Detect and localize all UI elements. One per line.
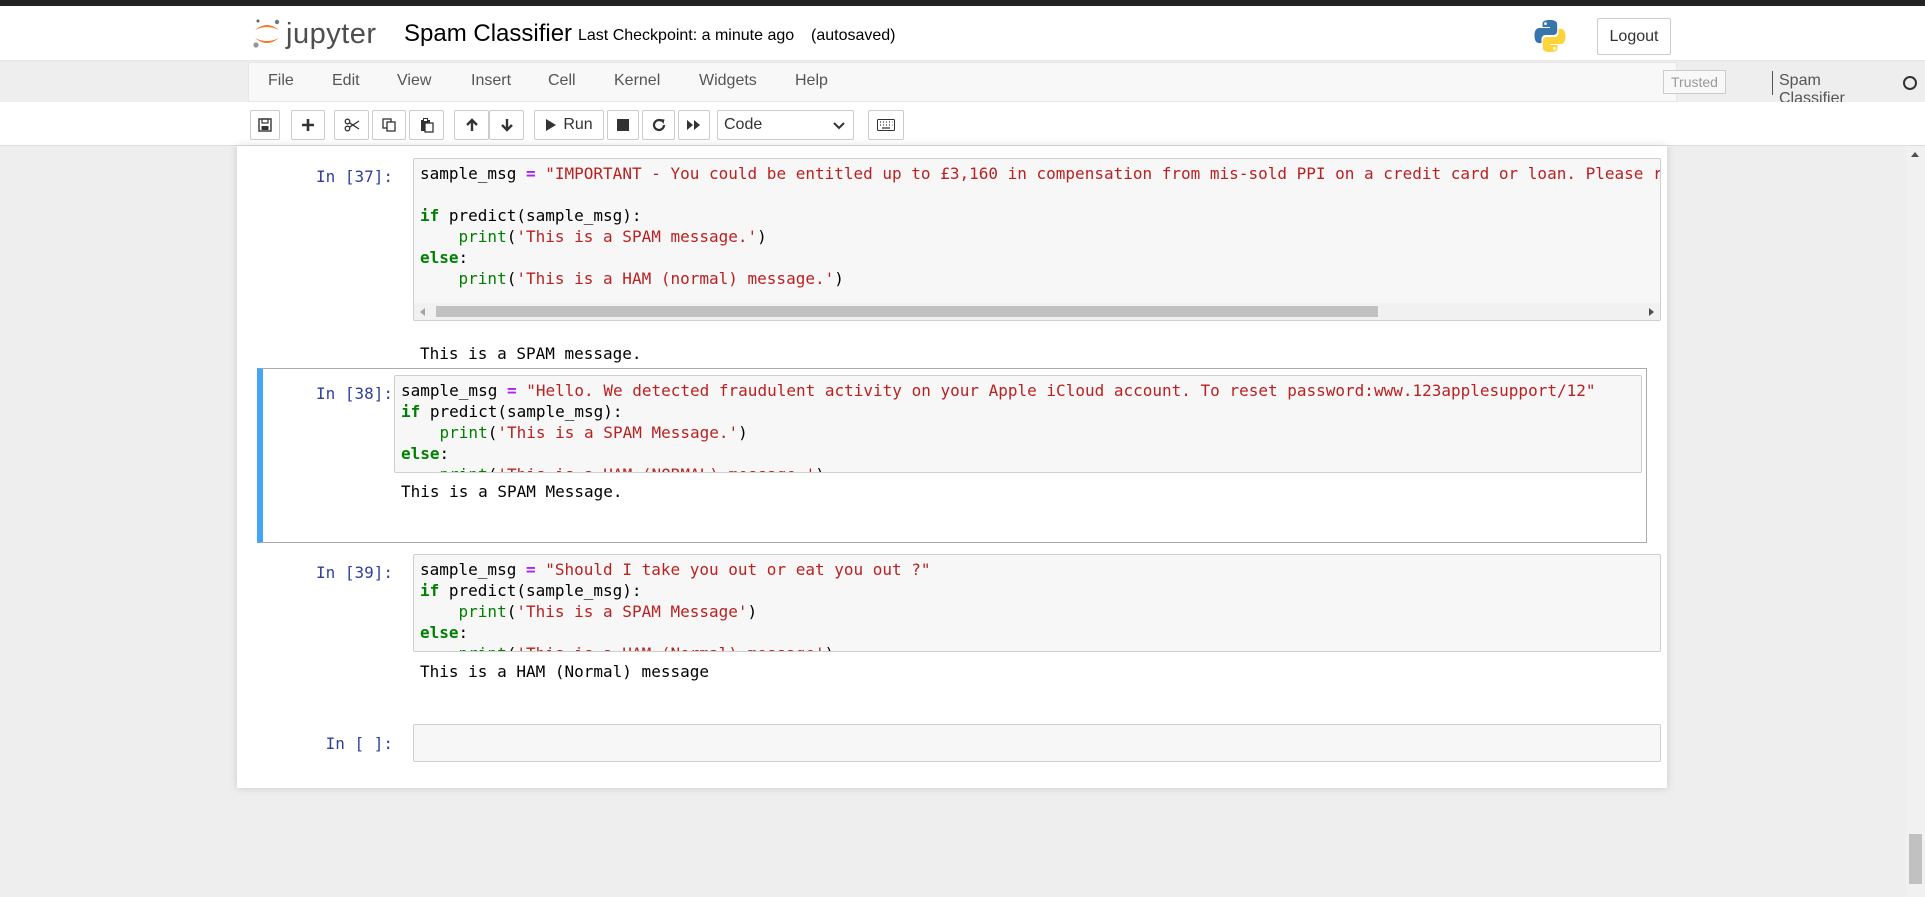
- move-up-button[interactable]: [454, 110, 489, 140]
- cell-prompt: In [39]:: [315, 563, 393, 582]
- restart-kernel-button[interactable]: [642, 110, 675, 140]
- code-cell[interactable]: In [37]: sample_msg = "IMPORTANT - You c…: [257, 158, 1661, 363]
- fast-forward-icon: [687, 120, 700, 130]
- code-content: sample_msg = "Should I take you out or e…: [420, 560, 931, 651]
- keyboard-icon: [877, 119, 895, 131]
- notebook-title[interactable]: Spam Classifier: [404, 20, 572, 48]
- arrow-down-icon: [500, 119, 513, 132]
- cell-prompt: In [38]:: [315, 384, 393, 403]
- save-icon: [258, 118, 272, 132]
- command-palette-button[interactable]: [868, 110, 904, 140]
- code-editor[interactable]: sample_msg = "Should I take you out or e…: [413, 554, 1661, 652]
- code-content: sample_msg = "Hello. We detected fraudul…: [401, 381, 1596, 472]
- menu-kernel[interactable]: Kernel: [614, 72, 660, 90]
- horizontal-scrollbar[interactable]: [414, 303, 1660, 320]
- trusted-indicator[interactable]: Trusted: [1663, 70, 1726, 94]
- arrow-up-icon: [465, 118, 478, 131]
- code-content: sample_msg = "IMPORTANT - You could be e…: [420, 164, 1661, 288]
- vertical-scrollbar[interactable]: [1906, 146, 1925, 897]
- cell-type-value: Code: [724, 116, 763, 133]
- checkpoint-status: Last Checkpoint: a minute ago: [578, 27, 795, 44]
- cell-output: This is a HAM (Normal) message: [420, 662, 709, 681]
- cell-type-select[interactable]: Code: [717, 110, 854, 140]
- menu-help[interactable]: Help: [795, 72, 828, 90]
- paste-button[interactable]: [409, 110, 444, 140]
- chevron-down-icon: [833, 122, 845, 130]
- scroll-left-icon[interactable]: [420, 308, 425, 316]
- notebook-container: In [37]: sample_msg = "IMPORTANT - You c…: [237, 146, 1667, 788]
- cut-button[interactable]: [334, 110, 369, 140]
- save-button[interactable]: [250, 110, 280, 140]
- jupyter-logo[interactable]: jupyter: [252, 16, 377, 52]
- stop-icon: [617, 119, 629, 131]
- menu-file[interactable]: File: [268, 72, 294, 90]
- menu-edit[interactable]: Edit: [332, 72, 360, 90]
- cell-prompt: In [ ]:: [325, 734, 393, 753]
- restart-run-all-button[interactable]: [678, 110, 710, 140]
- code-cell[interactable]: In [39]: sample_msg = "Should I take you…: [257, 550, 1661, 690]
- run-icon: [546, 119, 557, 131]
- logout-button[interactable]: Logout: [1597, 18, 1671, 55]
- copy-icon: [382, 118, 396, 132]
- paste-icon: [420, 117, 434, 133]
- run-button[interactable]: Run: [534, 110, 604, 140]
- menu-view[interactable]: View: [397, 72, 431, 90]
- run-label: Run: [563, 116, 593, 133]
- menu-insert[interactable]: Insert: [471, 72, 511, 90]
- scroll-right-icon[interactable]: [1649, 308, 1654, 316]
- scroll-up-icon[interactable]: [1911, 152, 1919, 157]
- cut-icon: [344, 118, 359, 132]
- plus-icon: [302, 119, 314, 131]
- move-down-button[interactable]: [489, 110, 524, 140]
- python-logo-icon: [1532, 18, 1568, 54]
- restart-icon: [652, 118, 665, 132]
- cell-prompt: In [37]:: [315, 167, 393, 186]
- interrupt-button[interactable]: [607, 110, 639, 140]
- autosave-status: (autosaved): [811, 27, 896, 44]
- scrollbar-thumb[interactable]: [1909, 834, 1922, 884]
- code-cell-selected[interactable]: In [38]: sample_msg = "Hello. We detecte…: [257, 368, 1647, 543]
- copy-button[interactable]: [372, 110, 406, 140]
- insert-cell-button[interactable]: [291, 110, 325, 140]
- kernel-idle-icon: [1903, 76, 1917, 90]
- toolbar: Run Code: [0, 102, 1925, 146]
- menu-bar: File Edit View Insert Cell Kernel Widget…: [248, 62, 1917, 107]
- cell-output: This is a SPAM message.: [420, 344, 642, 363]
- menu-cell[interactable]: Cell: [548, 72, 576, 90]
- scrollbar-thumb[interactable]: [436, 306, 1378, 317]
- menu-widgets[interactable]: Widgets: [699, 72, 757, 90]
- header: jupyter Spam Classifier Last Checkpoint:…: [0, 6, 1925, 61]
- code-editor[interactable]: sample_msg = "IMPORTANT - You could be e…: [413, 158, 1661, 321]
- code-cell-empty[interactable]: In [ ]:: [257, 724, 1661, 764]
- jupyter-logo-icon: [252, 17, 282, 51]
- code-editor[interactable]: sample_msg = "Hello. We detected fraudul…: [394, 375, 1642, 473]
- code-editor[interactable]: [413, 724, 1661, 762]
- kernel-divider: [1772, 71, 1773, 95]
- cell-output: This is a SPAM Message.: [401, 482, 623, 501]
- jupyter-logo-text: jupyter: [286, 17, 377, 50]
